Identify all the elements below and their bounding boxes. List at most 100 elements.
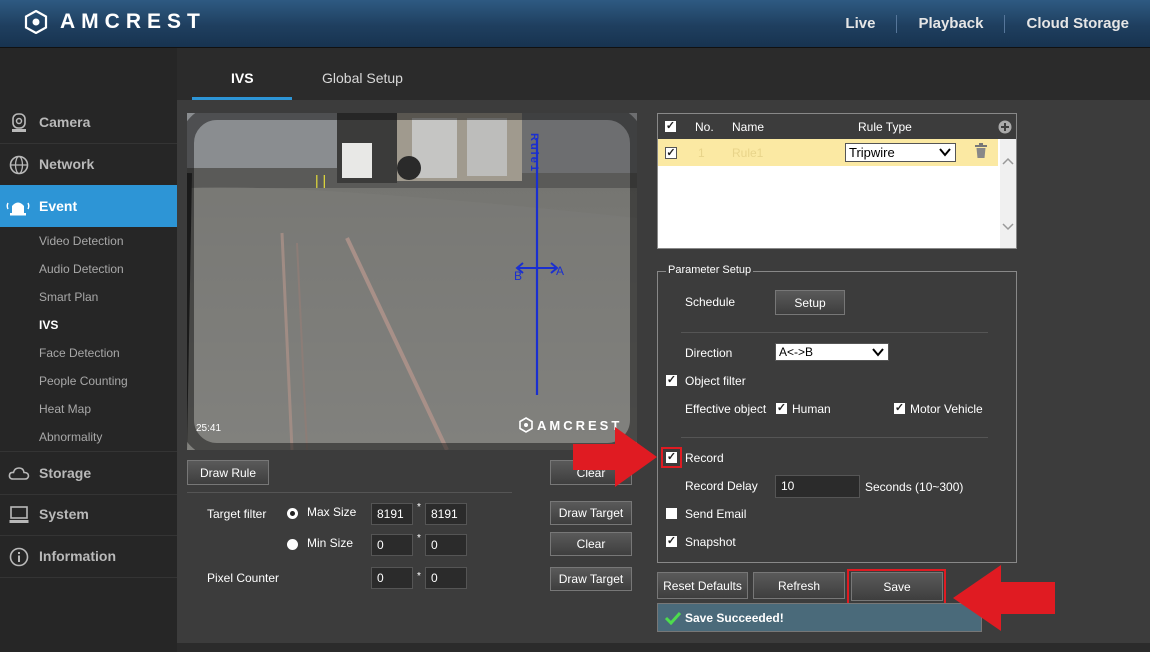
record-delay-input[interactable]: 10 <box>775 475 860 498</box>
video-preview[interactable]: | | Rule1 B A 25:41 AMCREST <box>187 113 637 450</box>
rule-line-label: Rule1 <box>528 133 540 173</box>
top-bar: AMCREST Live Playback Cloud Storage <box>0 0 1150 48</box>
sidebar-item-event[interactable]: Event <box>0 185 186 227</box>
chevron-down-icon <box>939 148 951 157</box>
divider <box>681 332 988 333</box>
sidebar-item-camera[interactable]: Camera <box>0 101 177 144</box>
select-all-checkbox[interactable]: ✓ <box>665 121 676 132</box>
cloud-icon <box>8 467 30 480</box>
sidebar-label-network: Network <box>39 156 95 172</box>
record-label: Record <box>685 451 724 465</box>
direction-select[interactable]: A<->B <box>775 343 889 361</box>
min-width-input[interactable]: 0 <box>371 534 413 556</box>
header-rule-type: Rule Type <box>858 120 912 134</box>
sidebar-label-camera: Camera <box>39 114 91 130</box>
parameter-setup-legend: Parameter Setup <box>666 264 754 276</box>
chevron-down-icon <box>872 348 884 357</box>
scroll-up-icon[interactable] <box>1000 155 1016 169</box>
submenu-heat-map[interactable]: Heat Map <box>39 402 91 416</box>
scroll-down-icon[interactable] <box>1000 219 1016 233</box>
info-icon <box>9 547 29 567</box>
watermark-logo-icon <box>519 417 533 433</box>
sidebar-item-information[interactable]: Information <box>0 535 177 578</box>
refresh-button[interactable]: Refresh <box>753 572 845 599</box>
rule-table-header: ✓ No. Name Rule Type <box>658 114 1016 139</box>
header-name: Name <box>732 120 765 134</box>
red-arrow-right-icon <box>573 427 657 487</box>
submenu-smart-plan[interactable]: Smart Plan <box>39 290 98 304</box>
trash-icon[interactable] <box>974 143 988 159</box>
target-filter-label: Target filter <box>207 507 267 521</box>
submenu-video-detection[interactable]: Video Detection <box>39 234 124 248</box>
schedule-setup-button[interactable]: Setup <box>775 290 845 315</box>
direction-label: Direction <box>685 346 733 360</box>
pixel-counter-label: Pixel Counter <box>207 571 280 585</box>
submenu-audio-detection[interactable]: Audio Detection <box>39 262 124 276</box>
max-size-radio[interactable] <box>287 508 298 519</box>
record-delay-label: Record Delay <box>685 479 758 493</box>
send-email-checkbox[interactable] <box>666 508 677 519</box>
tab-global-setup[interactable]: Global Setup <box>322 70 403 86</box>
top-nav: Live Playback Cloud Storage <box>824 0 1150 47</box>
motor-vehicle-checkbox[interactable]: ✓ <box>894 403 905 414</box>
amcrest-logo-icon <box>24 10 48 34</box>
video-timestamp: 25:41 <box>196 423 222 434</box>
submenu-face-detection[interactable]: Face Detection <box>39 346 120 360</box>
rule-row[interactable]: ✓ 1 Rule1 Tripwire <box>658 139 998 166</box>
human-checkbox[interactable]: ✓ <box>776 403 787 414</box>
rule-table-scrollbar[interactable] <box>1000 139 1016 248</box>
camera-icon <box>12 113 26 132</box>
checkmark-icon <box>664 611 682 625</box>
rule-row-name: Rule1 <box>732 146 764 160</box>
object-filter-checkbox[interactable]: ✓ <box>666 375 677 386</box>
draw-target-button-pixel[interactable]: Draw Target <box>550 567 632 591</box>
sidebar-label-storage: Storage <box>39 465 92 481</box>
add-rule-icon[interactable] <box>998 120 1012 134</box>
sidebar-item-network[interactable]: Network <box>0 143 177 186</box>
brand-name: AMCREST <box>60 10 206 33</box>
tab-bar: IVS Global Setup <box>177 48 1150 100</box>
monitor-icon <box>9 506 29 523</box>
sidebar-label-event: Event <box>39 198 78 214</box>
submenu-people-counting[interactable]: People Counting <box>39 374 128 388</box>
max-width-input[interactable]: 8191 <box>371 503 413 525</box>
record-checkbox[interactable]: ✓ <box>666 452 677 463</box>
max-height-input[interactable]: 8191 <box>425 503 467 525</box>
effective-object-label: Effective object <box>685 402 767 416</box>
clear-target-button[interactable]: Clear <box>550 532 632 556</box>
sidebar-item-storage[interactable]: Storage <box>0 451 177 495</box>
tab-ivs[interactable]: IVS <box>231 70 254 86</box>
size-separator-star: * <box>417 502 421 513</box>
direction-value: A<->B <box>779 345 814 359</box>
schedule-label: Schedule <box>685 295 736 309</box>
reset-defaults-button[interactable]: Reset Defaults <box>657 572 748 599</box>
snapshot-checkbox[interactable]: ✓ <box>666 536 677 547</box>
snapshot-label: Snapshot <box>685 535 736 549</box>
tripwire-point-b: B <box>514 269 523 283</box>
save-status-text: Save Succeeded! <box>685 610 784 625</box>
rule-row-checkbox[interactable]: ✓ <box>665 147 677 159</box>
max-size-label: Max Size <box>307 505 357 519</box>
save-highlight-box <box>847 569 946 605</box>
min-size-radio[interactable] <box>287 539 298 550</box>
min-height-input[interactable]: 0 <box>425 534 467 556</box>
nav-cloud-storage[interactable]: Cloud Storage <box>1004 14 1150 33</box>
nav-playback[interactable]: Playback <box>896 14 1004 33</box>
submenu-ivs[interactable]: IVS <box>39 318 58 332</box>
sidebar-item-system[interactable]: System <box>0 493 177 536</box>
motor-vehicle-label: Motor Vehicle <box>910 402 983 416</box>
tab-active-indicator <box>192 97 292 100</box>
record-delay-unit: Seconds (10~300) <box>865 480 964 494</box>
rule-type-select[interactable]: Tripwire <box>845 143 956 162</box>
draw-rule-button[interactable]: Draw Rule <box>187 460 269 485</box>
size-separator-star: * <box>417 533 421 544</box>
save-status-bar: Save Succeeded! <box>657 603 982 632</box>
pixel-height-input[interactable]: 0 <box>425 567 467 589</box>
send-email-label: Send Email <box>685 507 747 521</box>
draw-target-button-max[interactable]: Draw Target <box>550 501 632 525</box>
pixel-width-input[interactable]: 0 <box>371 567 413 589</box>
rule-type-value: Tripwire <box>849 145 895 160</box>
alarm-icon <box>6 202 30 216</box>
nav-live[interactable]: Live <box>824 15 896 33</box>
submenu-abnormality[interactable]: Abnormality <box>39 430 102 444</box>
